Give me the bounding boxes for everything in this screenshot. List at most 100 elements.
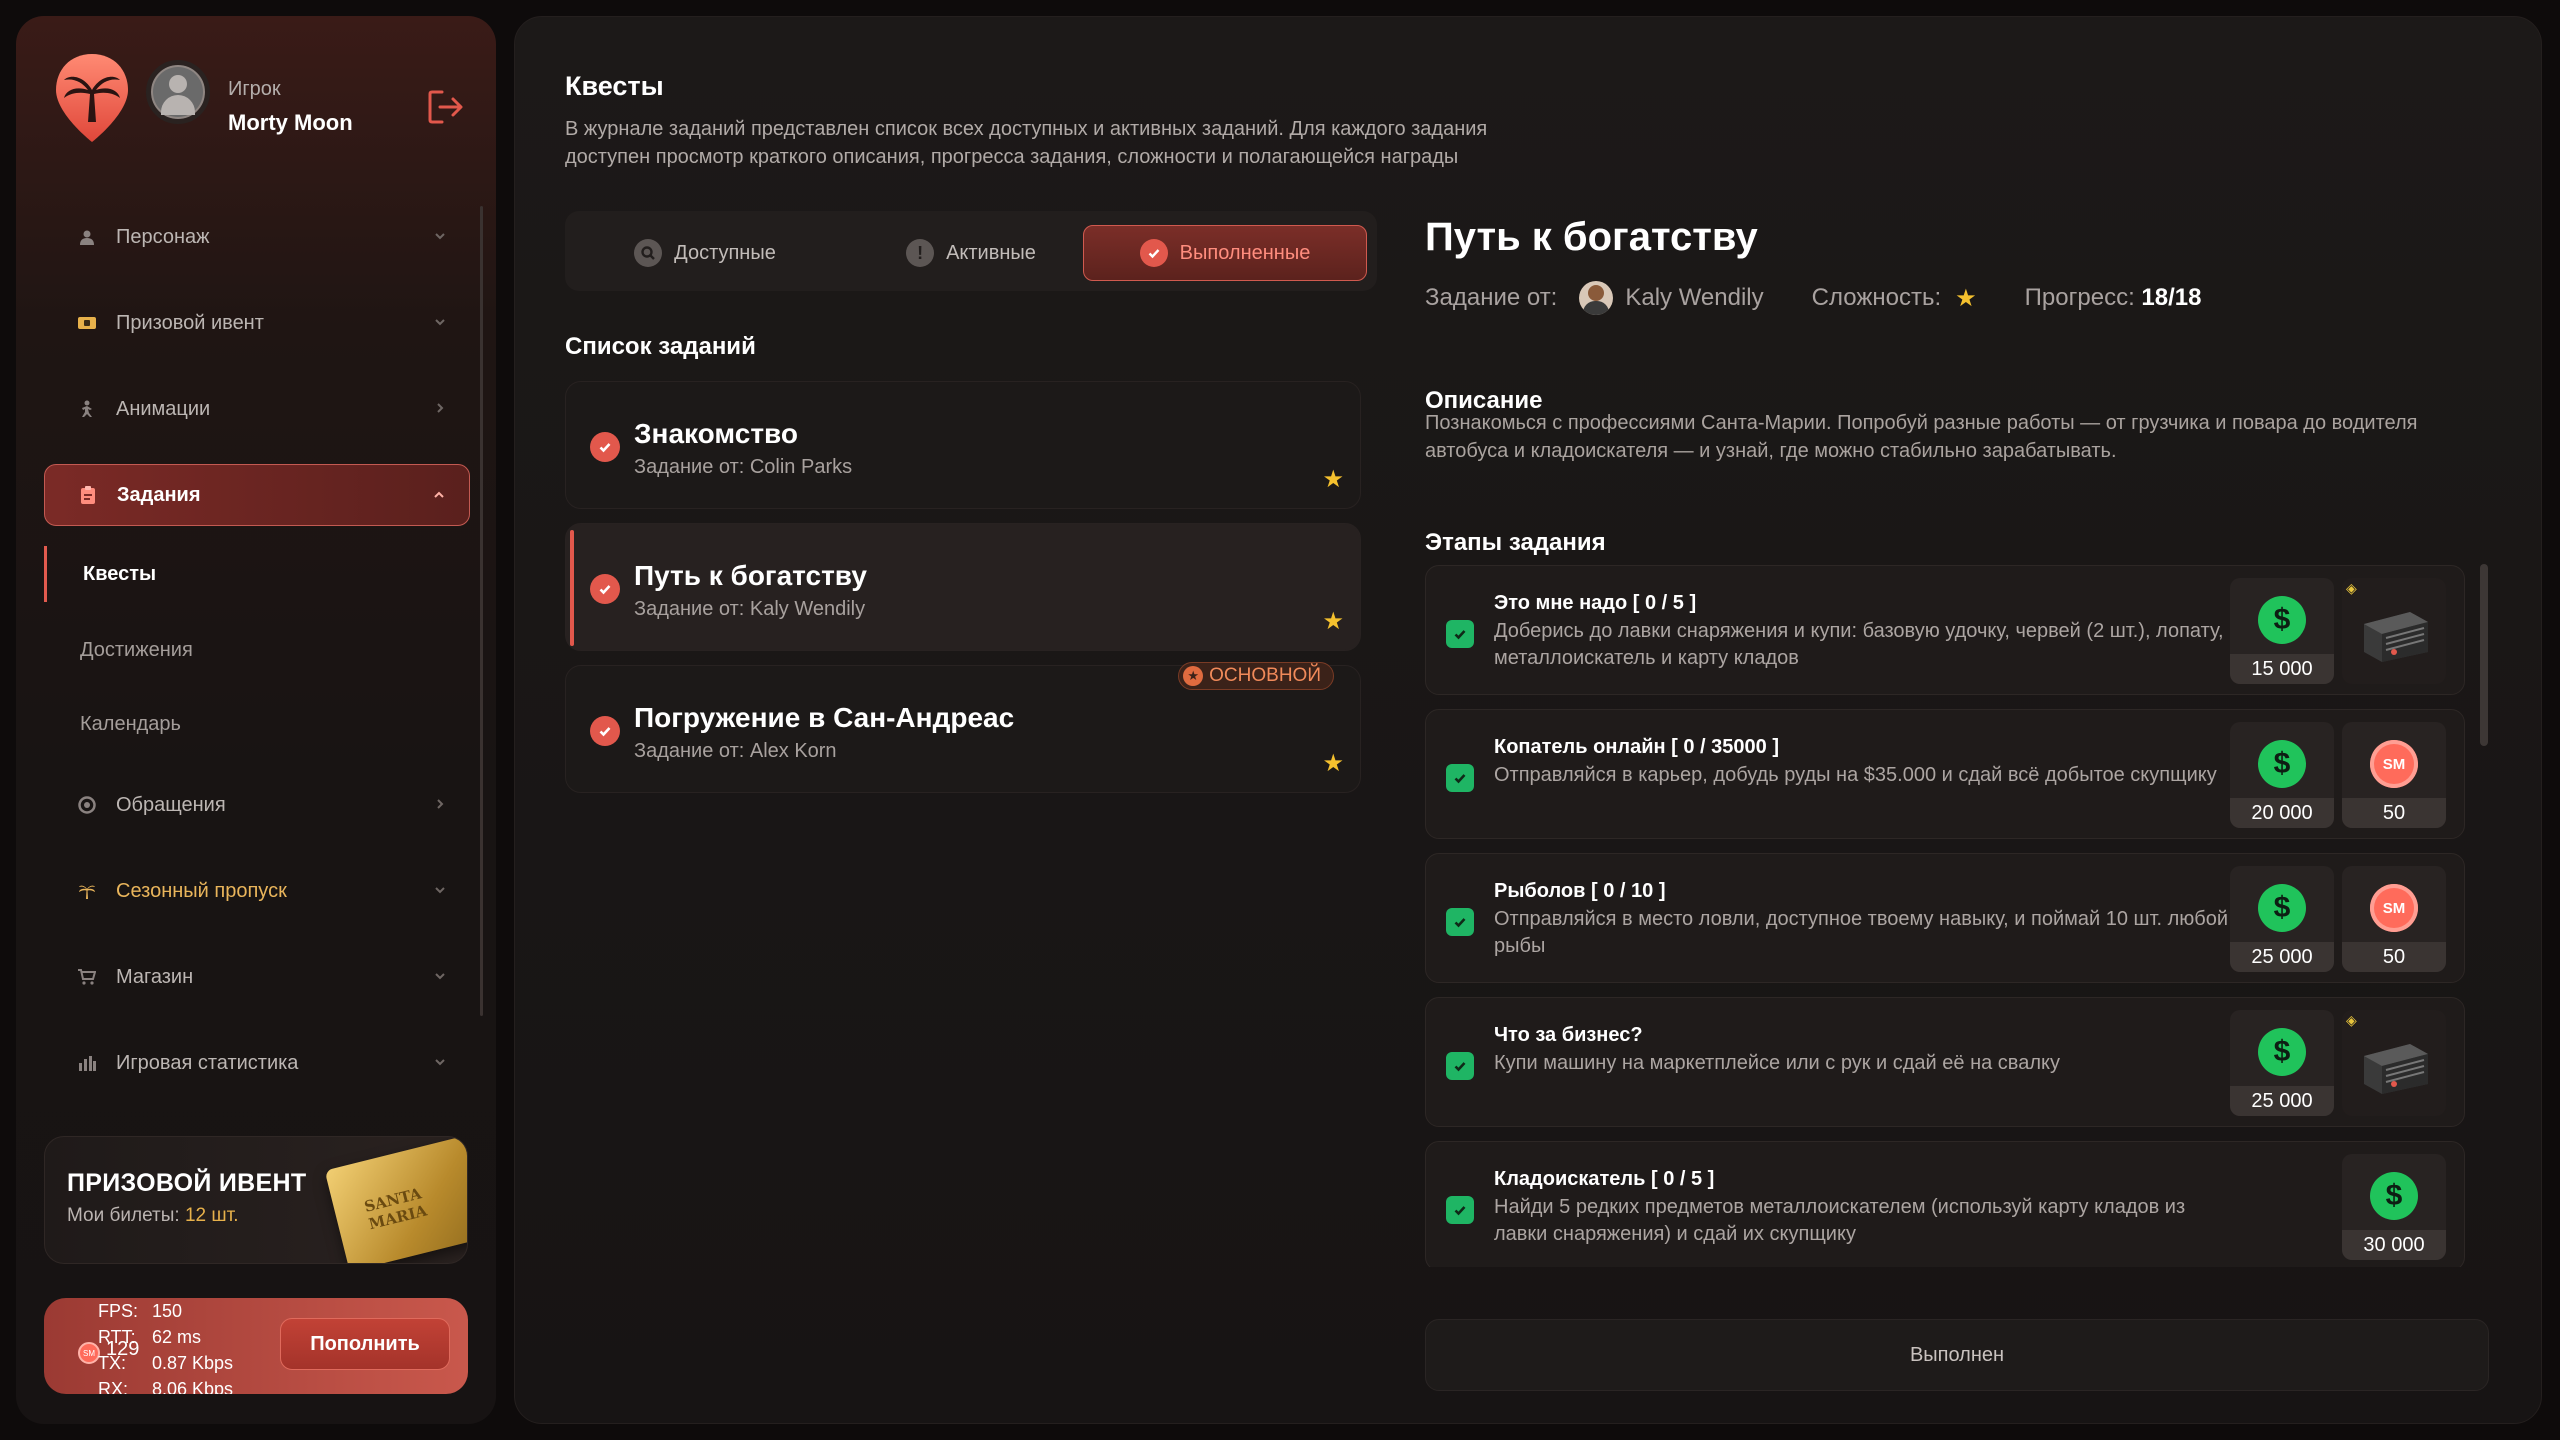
- stage-description: Купи машину на маркетплейсе или с рук и …: [1494, 1052, 2060, 1074]
- check-icon: [1446, 1196, 1474, 1224]
- ticket-image: SANTA MARIA: [324, 1137, 467, 1263]
- search-icon: [634, 239, 663, 267]
- quest-tabs: Доступные ! Активные Выполненные: [565, 211, 1377, 291]
- menu-item-label: Анимации: [116, 397, 211, 420]
- menu-item-label: Магазин: [116, 965, 194, 988]
- menu-item-label: Персонаж: [116, 225, 210, 248]
- quest-from: Задание от: Kaly Wendily: [634, 598, 866, 620]
- submenu-calendar[interactable]: Календарь: [44, 696, 464, 752]
- quest-difficulty: Сложность: ★: [1811, 284, 1977, 312]
- chevron-down-icon: [435, 887, 445, 894]
- reward-sm-coins: SM 50: [2342, 722, 2446, 828]
- reward-sm-coins: SM 50: [2342, 866, 2446, 972]
- stages-scrollbar[interactable]: [2480, 564, 2488, 746]
- menu-item-animations[interactable]: Анимации: [44, 378, 470, 440]
- menu-item-label: Задания: [117, 483, 201, 506]
- reward-money: $ 25 000: [2230, 866, 2334, 972]
- quest-giver: Задание от: Kaly Wendily: [1425, 281, 1764, 315]
- case-icon: [2364, 612, 2428, 662]
- completed-button[interactable]: Выполнен: [1425, 1319, 2489, 1391]
- rare-icon: ◈: [2346, 1012, 2357, 1028]
- event-title: ПРИЗОВОЙ ИВЕНТ: [67, 1169, 307, 1197]
- menu-item-support[interactable]: Обращения: [44, 774, 470, 836]
- stage-title: Это мне надо [ 0 / 5 ]: [1494, 592, 1697, 614]
- tab-available[interactable]: Доступные: [577, 225, 833, 281]
- bar-chart-icon: [78, 1054, 96, 1072]
- ticket-icon: [78, 314, 96, 332]
- check-icon: [1446, 908, 1474, 936]
- stage-title: Кладоискатель [ 0 / 5 ]: [1494, 1168, 1715, 1190]
- stage-description: Отправляйся в карьер, добудь руды на $35…: [1494, 764, 2217, 786]
- tab-active[interactable]: ! Активные: [843, 225, 1099, 281]
- check-circle-icon: [1139, 239, 1168, 267]
- star-icon: ★: [1955, 284, 1977, 312]
- quest-item[interactable]: ★ ОСНОВНОЙ Погружение в Сан-Андреас Задан…: [565, 662, 1361, 793]
- stage-item: Копатель онлайн [ 0 / 35000 ] Отправляйс…: [1425, 709, 2465, 839]
- stages-title: Этапы задания: [1425, 529, 1606, 556]
- stage-description: Доберись до лавки снаряжения и купи: баз…: [1494, 620, 2224, 669]
- selected-indicator: [570, 530, 574, 646]
- dance-icon: [78, 400, 96, 418]
- menu-item-character[interactable]: Персонаж: [44, 206, 470, 268]
- submenu-achievements[interactable]: Достижения: [44, 622, 464, 678]
- stage-item: Что за бизнес? Купи машину на маркетплей…: [1425, 997, 2465, 1127]
- quest-item[interactable]: Знакомство Задание от: Colin Parks ★: [565, 381, 1361, 509]
- avatar: [146, 60, 210, 124]
- menu-item-season-pass[interactable]: Сезонный пропуск: [44, 860, 470, 922]
- reward-money: $ 30 000: [2342, 1154, 2446, 1260]
- main-quest-badge: ★ ОСНОВНОЙ: [1178, 662, 1334, 690]
- main-panel: Квесты В журнале заданий представлен спи…: [514, 16, 2542, 1424]
- check-icon: [590, 716, 620, 746]
- stage-item: Кладоискатель [ 0 / 5 ] Найди 5 редких п…: [1425, 1141, 2465, 1267]
- quest-detail-title: Путь к богатству: [1425, 215, 1758, 259]
- topup-button[interactable]: Пополнить: [280, 1318, 450, 1370]
- stage-item: Это мне надо [ 0 / 5 ] Доберись до лавки…: [1425, 565, 2465, 695]
- reward-money: $ 25 000: [2230, 1010, 2334, 1116]
- chevron-down-icon: [435, 1059, 445, 1066]
- exclamation-icon: !: [906, 239, 935, 267]
- dollar-icon: $: [2258, 740, 2306, 788]
- dollar-icon: $: [2258, 596, 2306, 644]
- quest-item-selected[interactable]: Путь к богатству Задание от: Kaly Wendil…: [565, 523, 1361, 651]
- stages-list[interactable]: Это мне надо [ 0 / 5 ] Доберись до лавки…: [1425, 565, 2465, 1267]
- case-icon: [2364, 1044, 2428, 1094]
- reward-money: $ 15 000: [2230, 578, 2334, 684]
- balance-card: SM 129 FPS: 150 RTT: 62 ms TX: 0.87 Kbps RX…: [44, 1298, 468, 1394]
- quest-description: Познакомься с профессиями Санта-Марии. П…: [1425, 412, 2418, 462]
- sidebar-scrollbar[interactable]: [480, 206, 483, 1016]
- check-icon: [1446, 620, 1474, 648]
- reward-value: 25 000: [2230, 942, 2334, 972]
- event-tickets: Мои билеты: 12 шт.: [67, 1205, 239, 1226]
- reward-value: 30 000: [2342, 1230, 2446, 1260]
- page-description: В журнале заданий представлен список все…: [565, 118, 1488, 168]
- menu-item-prize-event[interactable]: Призовой ивент: [44, 292, 470, 354]
- cart-icon: [78, 968, 96, 986]
- stage-title: Копатель онлайн [ 0 / 35000 ]: [1494, 736, 1779, 758]
- menu-item-tasks[interactable]: Задания: [44, 464, 470, 526]
- reward-value: 25 000: [2230, 1086, 2334, 1116]
- support-icon: [78, 796, 96, 814]
- submenu-quests[interactable]: Квесты: [44, 546, 464, 602]
- menu-item-shop[interactable]: Магазин: [44, 946, 470, 1008]
- reward-value: 20 000: [2230, 798, 2334, 828]
- quest-title: Знакомство: [634, 418, 798, 449]
- chevron-down-icon: [435, 233, 445, 240]
- menu-item-game-stats[interactable]: Игровая статистика: [44, 1032, 470, 1094]
- star-icon: ★: [1322, 466, 1344, 493]
- page-title: Квесты: [565, 71, 664, 101]
- chevron-down-icon: [435, 319, 445, 326]
- prize-event-card[interactable]: ПРИЗОВОЙ ИВЕНТ Мои билеты: 12 шт. SANTA …: [44, 1136, 468, 1264]
- logout-icon[interactable]: [426, 88, 466, 126]
- clipboard-icon: [79, 486, 97, 504]
- quest-from: Задание от: Colin Parks: [634, 456, 853, 478]
- chevron-down-icon: [435, 973, 445, 980]
- tab-completed[interactable]: Выполненные: [1083, 225, 1367, 281]
- santa-maria-logo: [50, 50, 134, 146]
- giver-avatar: [1579, 281, 1614, 315]
- reward-value: 15 000: [2230, 654, 2334, 684]
- menu-item-label: Обращения: [116, 793, 226, 816]
- reward-value: 50: [2342, 942, 2446, 972]
- chevron-up-icon: [434, 491, 444, 498]
- sm-coin-icon: SM: [2370, 884, 2418, 932]
- stage-title: Что за бизнес?: [1494, 1024, 1643, 1046]
